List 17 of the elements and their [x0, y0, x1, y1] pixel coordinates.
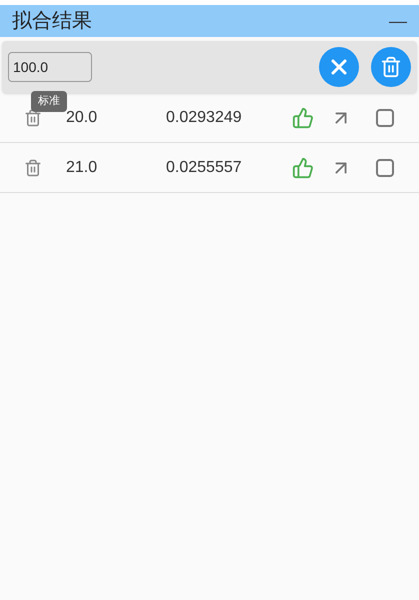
table-cell-text: 0.0255557 — [166, 158, 243, 178]
checkbox[interactable] — [376, 108, 394, 126]
table-cell-text: 20.0 — [66, 108, 98, 128]
window-title: 拟合结果 — [12, 9, 92, 34]
table-cell-text: 0.0293249 — [166, 108, 243, 128]
close-button[interactable] — [319, 47, 359, 87]
trash-icon — [380, 56, 402, 78]
tooltip: 标准 — [31, 91, 67, 112]
delete-button[interactable] — [371, 47, 411, 87]
checkbox[interactable] — [376, 158, 394, 176]
table-cell-text: 21.0 — [66, 158, 98, 178]
delete-icon[interactable] — [24, 158, 42, 176]
minimize-button[interactable]: — — [389, 12, 407, 30]
delete-icon[interactable] — [24, 108, 42, 126]
value-field[interactable]: 100.0 — [8, 52, 92, 82]
thumbs-up-icon[interactable] — [292, 156, 316, 178]
thumbs-up-icon[interactable] — [292, 106, 316, 128]
